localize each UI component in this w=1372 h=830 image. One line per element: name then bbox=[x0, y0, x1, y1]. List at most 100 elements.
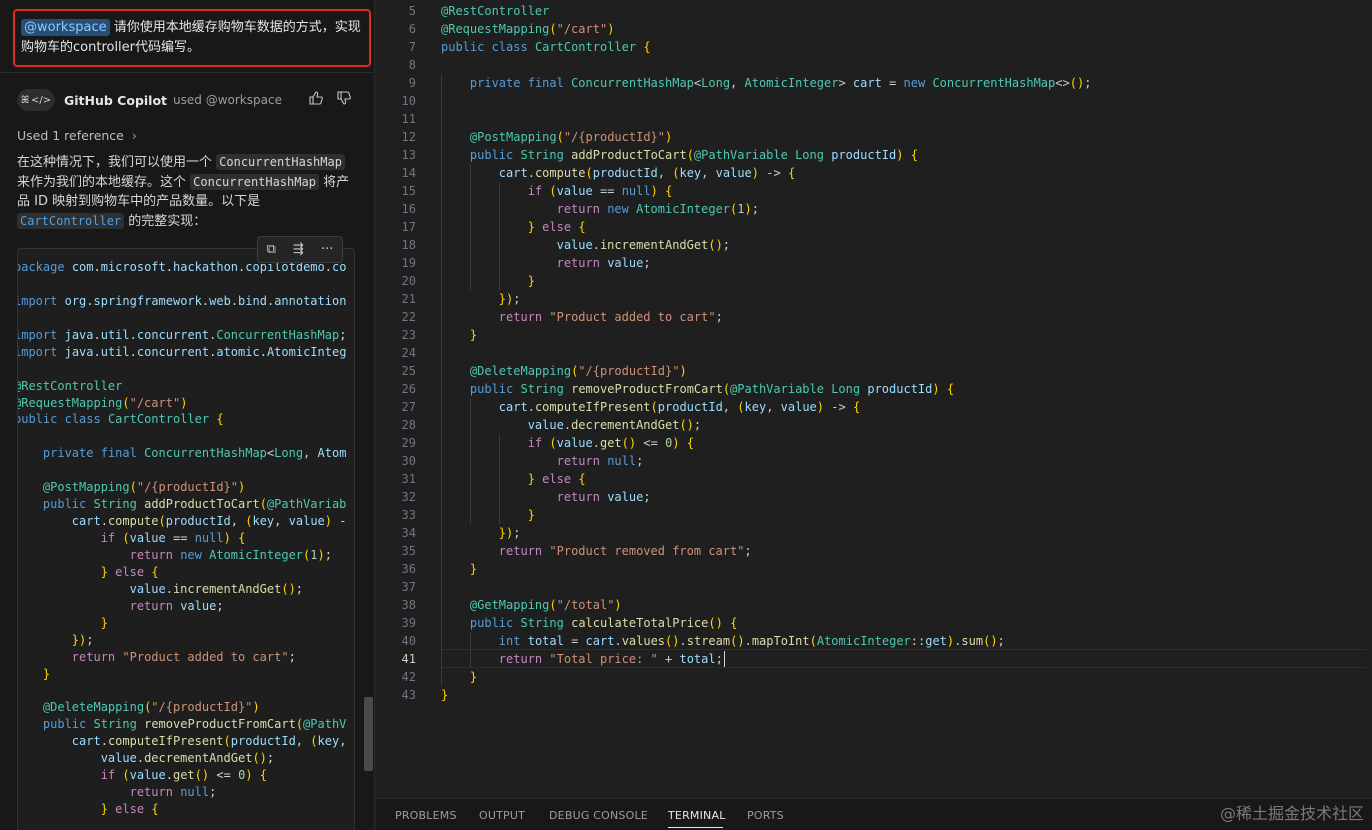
chat-code-line bbox=[18, 428, 354, 445]
tab-debug-console[interactable]: DEBUG CONSOLE bbox=[549, 809, 648, 822]
insert-at-cursor-icon[interactable]: ⇶ bbox=[293, 242, 304, 257]
chat-code-line: @DeleteMapping("/{productId}") bbox=[42, 700, 260, 715]
chat-code-line bbox=[18, 361, 354, 378]
chat-code-line: public String removeProductFromCart(@Pat… bbox=[42, 717, 347, 732]
code-line: cart.compute(productId, (key, value) -> … bbox=[498, 166, 796, 180]
tab-ports[interactable]: PORTS bbox=[747, 809, 784, 822]
line-number: 22 bbox=[401, 310, 416, 324]
more-icon[interactable]: ··· bbox=[321, 242, 333, 257]
line-number: 30 bbox=[401, 454, 416, 468]
assistant-name: GitHub Copilot bbox=[64, 92, 168, 108]
tab-terminal[interactable]: TERMINAL bbox=[668, 809, 726, 822]
chat-code-line: } bbox=[100, 615, 108, 630]
chat-code-line: import java.util.concurrent.atomic.Atomi… bbox=[17, 344, 347, 359]
line-number: 13 bbox=[401, 148, 416, 162]
thumbs-up-icon[interactable] bbox=[307, 90, 325, 108]
line-number: 41 bbox=[401, 652, 416, 666]
line-number: 15 bbox=[401, 184, 416, 198]
code-line: public String removeProductFromCart(@Pat… bbox=[469, 382, 955, 396]
line-number: 9 bbox=[408, 76, 416, 90]
copilot-icon: ꕤ bbox=[20, 94, 30, 106]
inline-code: ConcurrentHashMap bbox=[190, 173, 319, 190]
code-line: }); bbox=[498, 292, 521, 306]
code-line: @GetMapping("/total") bbox=[469, 598, 622, 612]
watermark: @稀土掘金技术社区 bbox=[1219, 804, 1364, 823]
thumbs-down-icon[interactable] bbox=[335, 90, 353, 108]
line-number: 33 bbox=[401, 508, 416, 522]
code-line: }); bbox=[498, 526, 521, 540]
reference-label: Used 1 reference bbox=[17, 128, 124, 143]
code-line: } bbox=[527, 508, 535, 522]
line-number: 29 bbox=[401, 436, 416, 450]
code-icon: </> bbox=[30, 94, 52, 106]
workspace-mention[interactable]: @workspace bbox=[21, 19, 110, 36]
chat-code-line: @PostMapping("/{productId}") bbox=[42, 480, 246, 495]
chat-code-line: public class CartController { bbox=[17, 412, 224, 427]
chat-code-line bbox=[18, 276, 354, 293]
tab-output[interactable]: OUTPUT bbox=[479, 809, 525, 822]
chevron-right-icon: › bbox=[131, 128, 137, 143]
line-number: 25 bbox=[401, 364, 416, 378]
chat-code-line: import org.springframework.web.bind.anno… bbox=[17, 293, 347, 308]
code-line: return value; bbox=[556, 256, 651, 270]
line-number: 24 bbox=[401, 346, 416, 360]
line-number: 39 bbox=[401, 616, 416, 630]
line-number: 36 bbox=[401, 562, 416, 576]
chat-code-lines: package com.microsoft.hackathon.copilotd… bbox=[18, 259, 354, 818]
assistant-answer: 在这种情况下，我们可以使用一个 ConcurrentHashMap 来作为我们的… bbox=[17, 153, 359, 231]
line-number: 42 bbox=[401, 670, 416, 684]
assistant-header: ꕤ </> GitHub Copilot used @workspace bbox=[17, 88, 357, 112]
line-number: 34 bbox=[401, 526, 416, 540]
code-line: } bbox=[441, 688, 449, 702]
assistant-used-agent: used @workspace bbox=[173, 93, 282, 107]
code-line: @PostMapping("/{productId}") bbox=[469, 130, 673, 144]
chat-code-line: cart.compute(productId, (key, value) - bbox=[71, 514, 347, 529]
chat-code-line: private final ConcurrentHashMap<Long, At… bbox=[42, 446, 347, 461]
line-number: 43 bbox=[401, 688, 416, 702]
file-reference-link[interactable]: CartController bbox=[17, 212, 125, 229]
line-number: 19 bbox=[401, 256, 416, 270]
line-number: 32 bbox=[401, 490, 416, 504]
used-reference-toggle[interactable]: Used 1 reference › bbox=[17, 128, 137, 143]
code-line: return new AtomicInteger(1); bbox=[556, 202, 759, 216]
code-line: public String addProductToCart(@PathVari… bbox=[469, 148, 918, 162]
chat-code-line: import java.util.concurrent.ConcurrentHa… bbox=[17, 327, 347, 342]
line-number: 10 bbox=[401, 94, 416, 108]
code-line: @RestController bbox=[441, 4, 550, 18]
line-number: 23 bbox=[401, 328, 416, 342]
inline-code: ConcurrentHashMap bbox=[216, 154, 345, 170]
chat-code-line: public String addProductToCart(@PathVari… bbox=[42, 497, 347, 512]
copilot-avatar: ꕤ </> bbox=[17, 89, 55, 111]
code-line: cart.computeIfPresent(productId, (key, v… bbox=[498, 400, 861, 414]
chat-scrollbar[interactable] bbox=[364, 697, 373, 771]
line-number: 20 bbox=[401, 274, 416, 288]
line-number: 37 bbox=[401, 580, 416, 594]
chat-code-line: value.decrementAndGet(); bbox=[100, 751, 275, 766]
code-line: public String calculateTotalPrice() { bbox=[469, 616, 738, 630]
code-editor[interactable]: 5 6 7 8 9 10 11 12 13 14 15 16 17 18 19 20 21 22 23 24 25 26 2… bbox=[376, 0, 1372, 796]
active-tab-indicator bbox=[668, 827, 723, 828]
answer-text: 在这种情况下，我们可以使用一个 bbox=[17, 155, 217, 170]
line-number: 26 bbox=[401, 382, 416, 396]
chat-code-line: @RequestMapping("/cart") bbox=[17, 395, 188, 410]
code-line: public class CartController { bbox=[441, 40, 651, 54]
code-line: } else { bbox=[527, 472, 586, 486]
chat-code-line: return new AtomicInteger(1); bbox=[129, 547, 332, 562]
chat-code-line: if (value == null) { bbox=[100, 531, 246, 545]
code-line: private final ConcurrentHashMap<Long, At… bbox=[469, 76, 1092, 90]
chat-code-line bbox=[18, 310, 354, 327]
copy-icon[interactable]: ⧉ bbox=[267, 242, 276, 257]
code-line: } bbox=[469, 670, 478, 684]
code-line: return "Product added to cart"; bbox=[498, 310, 723, 324]
line-number: 18 bbox=[401, 238, 416, 252]
chat-code-line: return "Product added to cart"; bbox=[71, 649, 296, 664]
tab-problems[interactable]: PROBLEMS bbox=[395, 809, 457, 822]
code-line: return null; bbox=[556, 454, 644, 468]
chat-code-line: return value; bbox=[129, 598, 224, 613]
line-number: 6 bbox=[408, 22, 416, 36]
line-number: 21 bbox=[401, 292, 416, 306]
code-line: } bbox=[469, 562, 478, 576]
chat-code-line: @RestController bbox=[17, 378, 123, 393]
line-number: 38 bbox=[401, 598, 416, 612]
code-line: @RequestMapping("/cart") bbox=[441, 22, 615, 36]
